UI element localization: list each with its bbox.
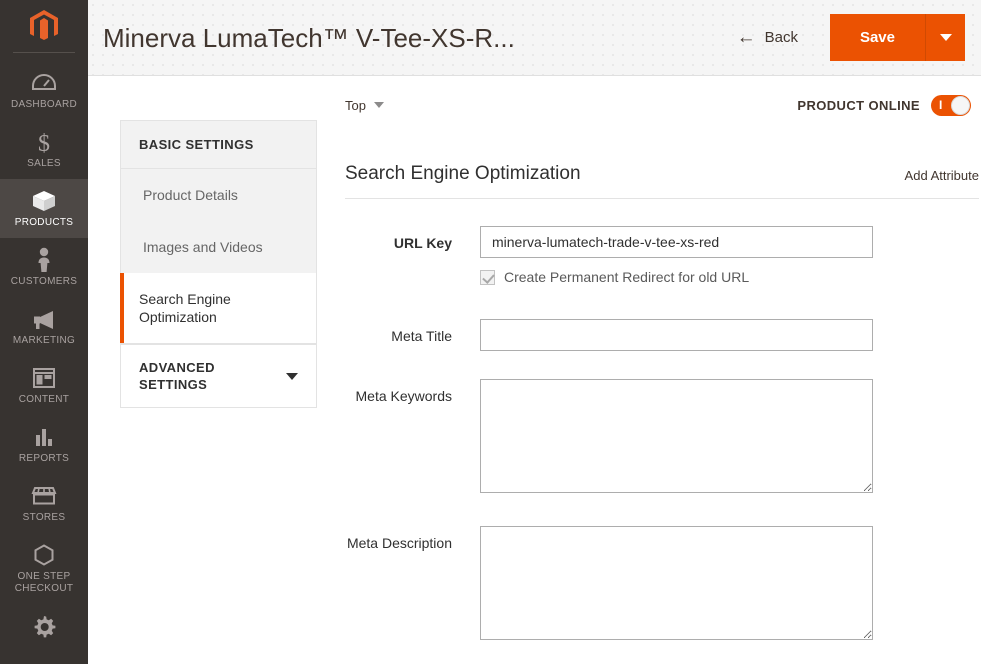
page-title: Minerva LumaTech™ V-Tee-XS-R... [103,22,515,53]
meta-description-textarea[interactable] [480,526,873,640]
product-settings-nav: BASIC SETTINGS Product Details Images an… [120,120,317,664]
settings-nav-item-label: Search Engine Optimization [139,291,231,325]
box-icon [2,188,86,214]
url-key-label: URL Key [393,235,452,251]
redirect-checkbox-row: Create Permanent Redirect for old URL [480,269,873,285]
meta-description-control [480,526,873,645]
dashboard-icon [2,70,86,96]
meta-keywords-control [480,379,873,498]
url-key-input[interactable] [480,226,873,258]
save-button[interactable]: Save [829,14,925,61]
product-online-label: PRODUCT ONLINE [797,97,920,113]
sidebar-item-customers[interactable]: CUSTOMERS [0,238,88,297]
sidebar-item-label: REPORTS [18,453,70,464]
field-row-url-key: URL Key Create Permanent Redirect for ol… [345,226,981,285]
save-dropdown-toggle[interactable] [925,14,965,61]
sidebar-item-marketing[interactable]: MARKETING [0,297,88,356]
arrow-left-icon: ← [736,26,756,48]
advanced-settings-heading[interactable]: ADVANCED SETTINGS [120,344,317,408]
sidebar-divider [13,52,75,53]
layout-icon [2,365,86,391]
field-row-meta-keywords: Meta Keywords [345,379,981,498]
gear-icon [2,613,86,639]
settings-nav-item-images-and-videos[interactable]: Images and Videos [121,221,316,273]
basic-settings-list: Product Details Images and Videos Search… [120,169,317,344]
megaphone-icon [2,306,86,332]
settings-nav-item-label: Product Details [143,187,238,203]
page-body: BASIC SETTINGS Product Details Images an… [88,76,981,664]
meta-keywords-label: Meta Keywords [355,388,452,404]
content-panel: Top PRODUCT ONLINE I Search Engine Optim… [317,90,981,664]
section-header: Search Engine Optimization Add Attribute [345,163,981,185]
toggle-on-marker: I [939,98,943,112]
store-view-scope-label: Top [345,97,366,113]
dollar-icon: $ [2,129,86,155]
create-permanent-redirect-checkbox[interactable] [480,269,495,285]
store-view-scope-selector[interactable]: Top [345,98,384,113]
admin-sidebar: DASHBOARD $ SALES PRODUCTS CUSTOMERS MAR… [0,0,88,664]
back-button-label: Back [764,29,798,46]
save-button-group: Save [829,14,965,61]
sidebar-item-label: MARKETING [12,335,76,346]
field-row-meta-title: Meta Title [345,319,981,351]
sidebar-item-label: PRODUCTS [14,217,74,228]
sidebar-item-label: CUSTOMERS [10,276,78,287]
settings-nav-item-label: Images and Videos [143,239,263,255]
page-header: Minerva LumaTech™ V-Tee-XS-R... ← Back S… [88,0,981,76]
storefront-icon [2,483,86,509]
hexagon-icon [2,542,86,568]
sidebar-item-label: ONE STEP CHECKOUT [14,571,74,594]
sidebar-item-dashboard[interactable]: DASHBOARD [0,61,88,120]
sidebar-item-stores[interactable]: STORES [0,474,88,533]
meta-title-label: Meta Title [391,328,452,344]
caret-down-icon [373,102,384,108]
url-key-control: Create Permanent Redirect for old URL [480,226,873,285]
person-icon [2,247,86,273]
magento-logo-icon [28,9,60,43]
meta-title-control [480,319,873,351]
sidebar-item-label: DASHBOARD [10,99,78,110]
sidebar-item-products[interactable]: PRODUCTS [0,179,88,238]
add-attribute-button[interactable]: Add Attribute [905,168,979,185]
advanced-settings-label: ADVANCED SETTINGS [139,360,215,392]
sidebar-item-label: SALES [27,158,61,169]
sidebar-item-label: STORES [22,512,66,523]
bar-chart-icon [2,424,86,450]
admin-product-edit-page: DASHBOARD $ SALES PRODUCTS CUSTOMERS MAR… [0,0,981,664]
product-online-control: PRODUCT ONLINE I [797,94,981,116]
seo-form: URL Key Create Permanent Redirect for ol… [345,199,981,645]
redirect-checkbox-label: Create Permanent Redirect for old URL [504,269,750,285]
header-actions: ← Back Save [727,14,965,61]
toggle-knob [951,95,970,115]
caret-down-icon [939,34,952,41]
settings-nav-item-search-engine-optimization[interactable]: Search Engine Optimization [120,273,316,343]
meta-description-label: Meta Description [346,535,452,551]
meta-title-input[interactable] [480,319,873,351]
back-button[interactable]: ← Back [727,23,808,52]
sidebar-item-label: CONTENT [18,394,70,405]
magento-logo[interactable] [0,0,88,52]
content-toolbar: Top PRODUCT ONLINE I [345,90,981,120]
product-online-toggle[interactable]: I [931,94,971,116]
sidebar-item-content[interactable]: CONTENT [0,356,88,415]
settings-nav-item-product-details[interactable]: Product Details [121,169,316,221]
chevron-down-icon [286,372,298,380]
sidebar-item-reports[interactable]: REPORTS [0,415,88,474]
sidebar-item-one-step-checkout[interactable]: ONE STEP CHECKOUT [0,533,88,604]
field-row-meta-description: Meta Description [345,526,981,645]
sidebar-item-system[interactable] [0,604,88,651]
meta-keywords-textarea[interactable] [480,379,873,493]
basic-settings-heading[interactable]: BASIC SETTINGS [120,120,317,169]
svg-text:$: $ [38,131,50,155]
main-area: Minerva LumaTech™ V-Tee-XS-R... ← Back S… [88,0,981,664]
section-title: Search Engine Optimization [345,163,581,184]
sidebar-item-sales[interactable]: $ SALES [0,120,88,179]
